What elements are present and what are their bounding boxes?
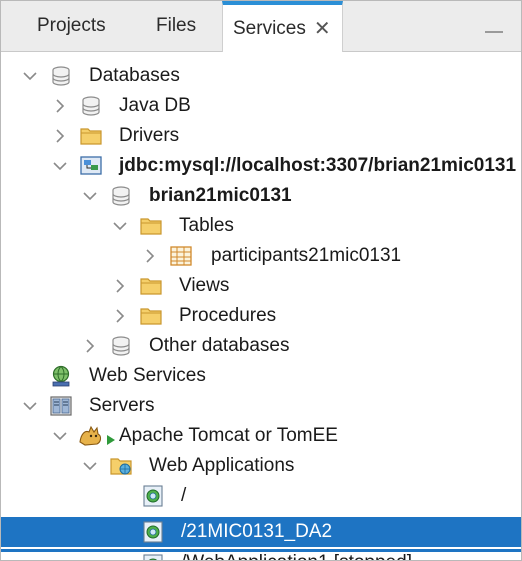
tree-label: /	[181, 485, 187, 506]
servers-icon	[49, 394, 73, 418]
tree-node-views[interactable]: Views	[1, 271, 521, 301]
tree-node-procedures[interactable]: Procedures	[1, 301, 521, 331]
close-icon[interactable]: ✕	[314, 16, 331, 41]
folder-icon	[79, 124, 103, 148]
tree-node-schema[interactable]: brian21mic0131	[1, 181, 521, 211]
folder-icon	[139, 304, 163, 328]
tree-node-table-participants[interactable]: participants21mic0131	[1, 241, 521, 271]
tree-label: Procedures	[179, 305, 277, 326]
tab-projects-label: Projects	[37, 15, 106, 36]
database-icon	[79, 94, 103, 118]
tree-node-connection[interactable]: jdbc:mysql://localhost:3307/brian21mic01…	[1, 151, 521, 181]
chevron-down-icon[interactable]	[21, 396, 39, 416]
web-folder-icon	[109, 454, 133, 478]
tree-node-tables[interactable]: Tables	[1, 211, 521, 241]
tab-files-label: Files	[156, 15, 197, 36]
chevron-right-icon[interactable]	[51, 96, 69, 116]
chevron-right-icon[interactable]	[51, 126, 69, 146]
web-app-icon	[141, 484, 165, 508]
chevron-down-icon[interactable]	[81, 456, 99, 476]
tree-label: Tables	[179, 215, 234, 236]
tree-label: brian21mic0131	[149, 185, 292, 206]
tree-node-app-root[interactable]: /	[1, 481, 521, 511]
tree-node-other-databases[interactable]: Other databases	[1, 331, 521, 361]
tree-label: Web Applications	[149, 455, 295, 476]
database-icon	[109, 334, 133, 358]
tree-node-databases[interactable]: Databases	[1, 61, 521, 91]
web-services-icon	[49, 364, 73, 388]
web-app-icon	[141, 520, 165, 544]
tree-label: Java DB	[119, 95, 191, 116]
tree-label: participants21mic0131	[211, 245, 402, 266]
tree-node-drivers[interactable]: Drivers	[1, 121, 521, 151]
database-icon	[109, 184, 133, 208]
tab-services[interactable]: Services ✕	[222, 1, 343, 52]
tree-node-web-applications[interactable]: Web Applications	[1, 451, 521, 481]
table-icon	[169, 244, 193, 268]
chevron-down-icon[interactable]	[21, 66, 39, 86]
chevron-down-icon[interactable]	[51, 426, 69, 446]
tree-label: jdbc:mysql://localhost:3307/brian21mic01…	[119, 155, 517, 176]
tree-node-java-db[interactable]: Java DB	[1, 91, 521, 121]
chevron-right-icon[interactable]	[141, 246, 159, 266]
tree-label: Other databases	[149, 335, 290, 356]
chevron-down-icon[interactable]	[81, 186, 99, 206]
tree-node-web-services[interactable]: Web Services	[1, 361, 521, 391]
tomcat-icon	[77, 424, 117, 448]
services-panel: Projects Files Services ✕ Databases Java…	[0, 0, 522, 561]
chevron-down-icon[interactable]	[111, 216, 129, 236]
database-icon	[49, 64, 73, 88]
chevron-right-icon[interactable]	[111, 306, 129, 326]
chevron-down-icon[interactable]	[51, 156, 69, 176]
tree-node-servers[interactable]: Servers	[1, 391, 521, 421]
tree-label: Drivers	[119, 125, 180, 146]
tree-label: Databases	[89, 65, 180, 86]
tree-label: Apache Tomcat or TomEE	[119, 425, 338, 446]
tree-label: /WebApplication1 [stopped]	[181, 551, 412, 560]
web-app-icon	[141, 553, 165, 560]
tree-label: Servers	[89, 395, 155, 416]
tree-label: Views	[179, 275, 230, 296]
tab-strip: Projects Files Services ✕	[1, 1, 521, 52]
tab-projects[interactable]: Projects	[11, 1, 129, 51]
tree-label: Web Services	[89, 365, 206, 386]
chevron-right-icon[interactable]	[81, 336, 99, 356]
minimize-icon[interactable]	[485, 15, 503, 35]
tree-node-app-partial[interactable]: /WebApplication1 [stopped]	[1, 549, 521, 560]
tree-node-app-da2[interactable]: /21MIC0131_DA2	[1, 517, 521, 547]
connection-icon	[79, 154, 103, 178]
chevron-right-icon[interactable]	[111, 276, 129, 296]
folder-icon	[139, 214, 163, 238]
tab-files[interactable]: Files	[131, 1, 223, 51]
tree-node-tomcat[interactable]: Apache Tomcat or TomEE	[1, 421, 521, 451]
tree-label: /21MIC0131_DA2	[181, 521, 333, 542]
folder-icon	[139, 274, 163, 298]
tab-services-label: Services	[233, 17, 306, 39]
